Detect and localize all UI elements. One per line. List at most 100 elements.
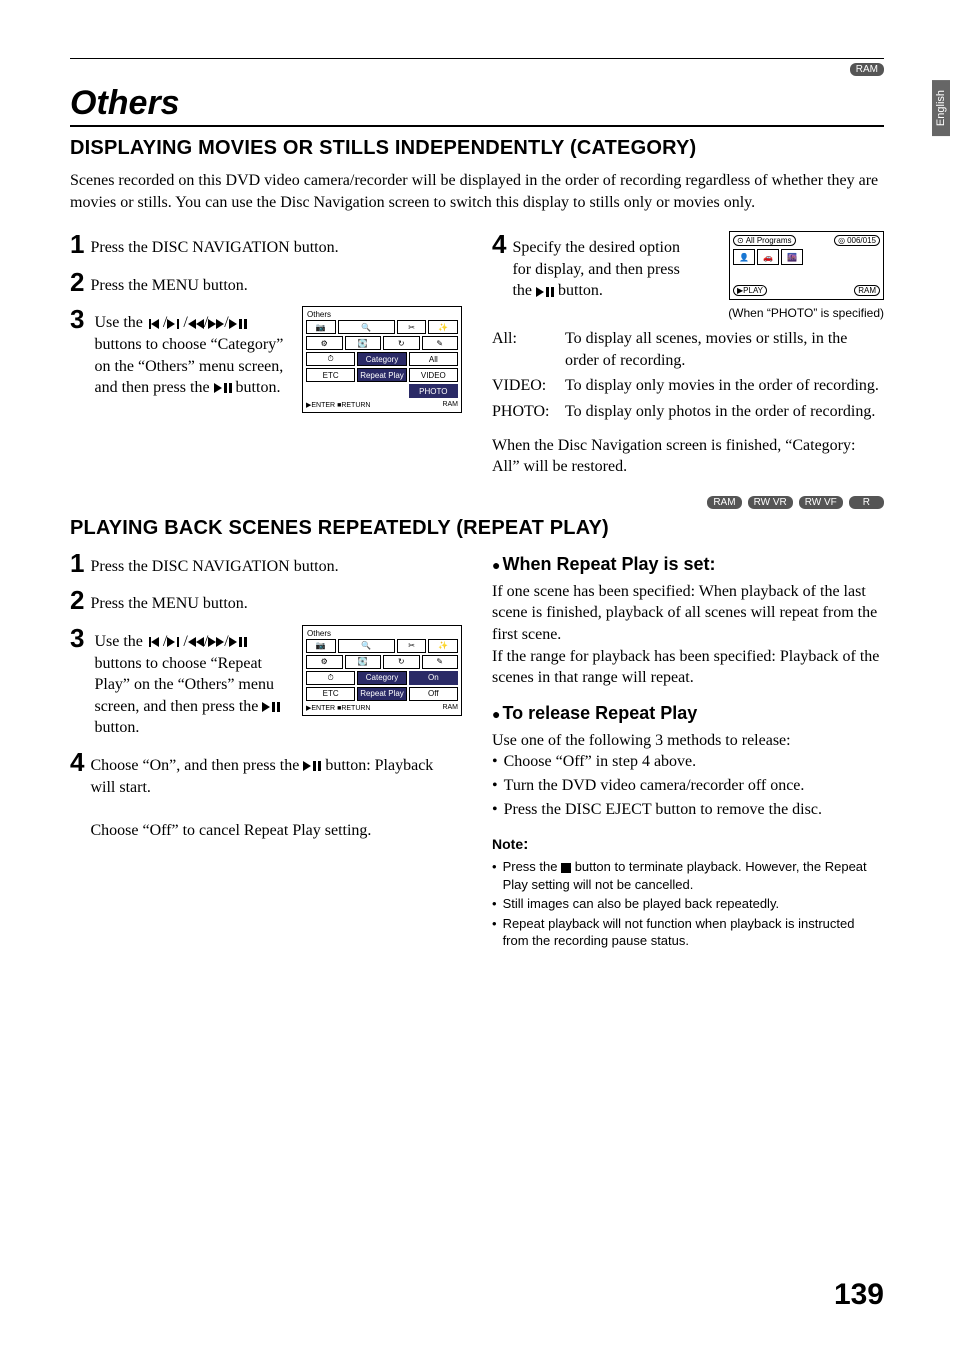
menu-option-off: Off [409, 687, 458, 701]
step-number: 2 [70, 587, 84, 613]
disc-nav-screenshot: ⊙All Programs ◎006/015 👤 🚗 🌆 ▶PLAY RAM [729, 231, 884, 300]
list-item: Repeat playback will not function when p… [492, 915, 884, 950]
step-text: Press the DISC NAVIGATION button. [90, 550, 462, 578]
step-text: Use the //// buttons to choose “Category… [94, 306, 292, 398]
prev-track-icon [147, 319, 163, 329]
menu-footer-right: RAM [442, 704, 458, 712]
step-number: 3 [70, 625, 84, 651]
note-list: Press the button to terminate playback. … [492, 858, 884, 950]
menu-option-video: VIDEO [409, 368, 458, 382]
menu-title: Others [306, 310, 458, 320]
rewind-icon [188, 637, 204, 647]
def-desc-all: To display all scenes, movies or stills,… [565, 328, 884, 371]
step-3: 3 Use the //// buttons to choose “Catego… [70, 306, 462, 413]
text-fragment: button. [94, 719, 139, 736]
step-number: 2 [70, 269, 84, 295]
thumbnail: 🚗 [757, 249, 779, 265]
text-fragment: button. [554, 282, 603, 299]
note-heading: Note: [492, 836, 884, 854]
menu-option-all: All [409, 352, 458, 366]
play-pause-icon [229, 637, 247, 647]
list-item: Choose “Off” in step 4 above. [492, 751, 884, 773]
def-desc-photo: To display only photos in the order of r… [565, 401, 884, 423]
rwvf-badge: RW VF [799, 496, 843, 509]
step-text: Specify the desired option for display, … [512, 231, 698, 302]
screen-format-pill: RAM [854, 285, 880, 296]
menu-screenshot-category: Others 📷🔍✂✨ ⚙💽↻✎ ⏱CategoryAll ETCRepeat … [302, 306, 462, 413]
play-pause-icon [536, 287, 554, 297]
text-fragment: Choose “On”, and then press the [90, 757, 303, 774]
def-term-all: All: [492, 328, 557, 371]
list-item: Still images can also be played back rep… [492, 895, 884, 913]
menu-footer-left: ▶ENTER ■RETURN [306, 704, 370, 712]
section1-closing: When the Disc Navigation screen is finis… [492, 435, 884, 478]
step-1: 1 Press the DISC NAVIGATION button. [70, 550, 462, 578]
paragraph: If one scene has been specified: When pl… [492, 581, 884, 646]
step-text: Press the MENU button. [90, 587, 462, 615]
paragraph: Use one of the following 3 methods to re… [492, 730, 884, 752]
section1-right-column: 4 Specify the desired option for display… [492, 231, 884, 478]
disc-type-badge-row-top: RAM [70, 63, 884, 76]
step-number: 1 [70, 550, 84, 576]
disc-type-badge-row-mid: RAM RW VR RW VF R [70, 496, 884, 509]
menu-etc: ETC [306, 687, 355, 701]
menu-option-on-highlighted: On [409, 671, 458, 685]
screen-counter-pill: ◎006/015 [834, 235, 880, 246]
screen-title-pill: ⊙All Programs [733, 235, 796, 246]
thumbnail: 🌆 [781, 249, 803, 265]
menu-item-category: Category [357, 352, 406, 366]
text-fragment: Use the [94, 314, 146, 331]
text-fragment: buttons to choose “Repeat Play” on the “… [94, 655, 274, 715]
list-item: Press the button to terminate playback. … [492, 858, 884, 893]
menu-footer-right: RAM [442, 401, 458, 409]
section1-left-column: 1 Press the DISC NAVIGATION button. 2 Pr… [70, 231, 462, 478]
rwvr-badge: RW VR [748, 496, 793, 509]
step-number: 4 [70, 749, 84, 775]
menu-item-repeat: Repeat Play [357, 687, 406, 701]
section2-left-column: 1 Press the DISC NAVIGATION button. 2 Pr… [70, 550, 462, 952]
menu-screenshot-repeat: Others 📷🔍✂✨ ⚙💽↻✎ ⏱CategoryOn ETCRepeat P… [302, 625, 462, 716]
menu-option-photo-highlighted: PHOTO [409, 384, 458, 398]
menu-etc: ETC [306, 368, 355, 382]
screen-play-pill: ▶PLAY [733, 285, 767, 296]
subheading-release: To release Repeat Play [492, 703, 884, 724]
r-badge: R [849, 496, 884, 509]
step-text: Press the DISC NAVIGATION button. [90, 231, 462, 259]
language-tab: English [932, 80, 950, 136]
ram-badge: RAM [850, 63, 884, 76]
def-desc-video: To display only movies in the order of r… [565, 375, 884, 397]
screenshot-caption: (When “PHOTO” is specified) [710, 306, 884, 320]
menu-title: Others [306, 629, 458, 639]
step-3: 3 Use the //// buttons to choose “Repeat… [70, 625, 462, 739]
step-4: 4 Choose “On”, and then press the button… [70, 749, 462, 841]
fast-forward-icon [208, 319, 224, 329]
step-number: 3 [70, 306, 84, 332]
def-term-video: VIDEO: [492, 375, 557, 397]
stop-icon [561, 863, 571, 873]
list-item: Turn the DVD video camera/recorder off o… [492, 775, 884, 797]
step-text: Press the MENU button. [90, 269, 462, 297]
step-1: 1 Press the DISC NAVIGATION button. [70, 231, 462, 259]
fast-forward-icon [208, 637, 224, 647]
next-track-icon [167, 319, 183, 329]
step-text: Choose “On”, and then press the button: … [90, 749, 462, 841]
step-number: 1 [70, 231, 84, 257]
prev-track-icon [147, 637, 163, 647]
step-text: Use the //// buttons to choose “Repeat P… [94, 625, 292, 739]
step-4: 4 Specify the desired option for display… [492, 231, 698, 302]
step-number: 4 [492, 231, 506, 257]
text-fragment: Choose “Off” to cancel Repeat Play setti… [90, 822, 371, 839]
menu-item-repeat: Repeat Play [357, 368, 406, 382]
release-method-list: Choose “Off” in step 4 above. Turn the D… [492, 751, 884, 820]
section-heading-category: DISPLAYING MOVIES OR STILLS INDEPENDENTL… [70, 137, 884, 160]
text-fragment: Use the [94, 633, 146, 650]
ram-badge: RAM [707, 496, 741, 509]
step-2: 2 Press the MENU button. [70, 269, 462, 297]
paragraph: If the range for playback has been speci… [492, 646, 884, 689]
rewind-icon [188, 319, 204, 329]
play-pause-icon [303, 761, 321, 771]
page-number: 139 [834, 1278, 884, 1312]
section1-intro: Scenes recorded on this DVD video camera… [70, 170, 884, 213]
next-track-icon [167, 637, 183, 647]
top-horizontal-rule [70, 58, 884, 59]
